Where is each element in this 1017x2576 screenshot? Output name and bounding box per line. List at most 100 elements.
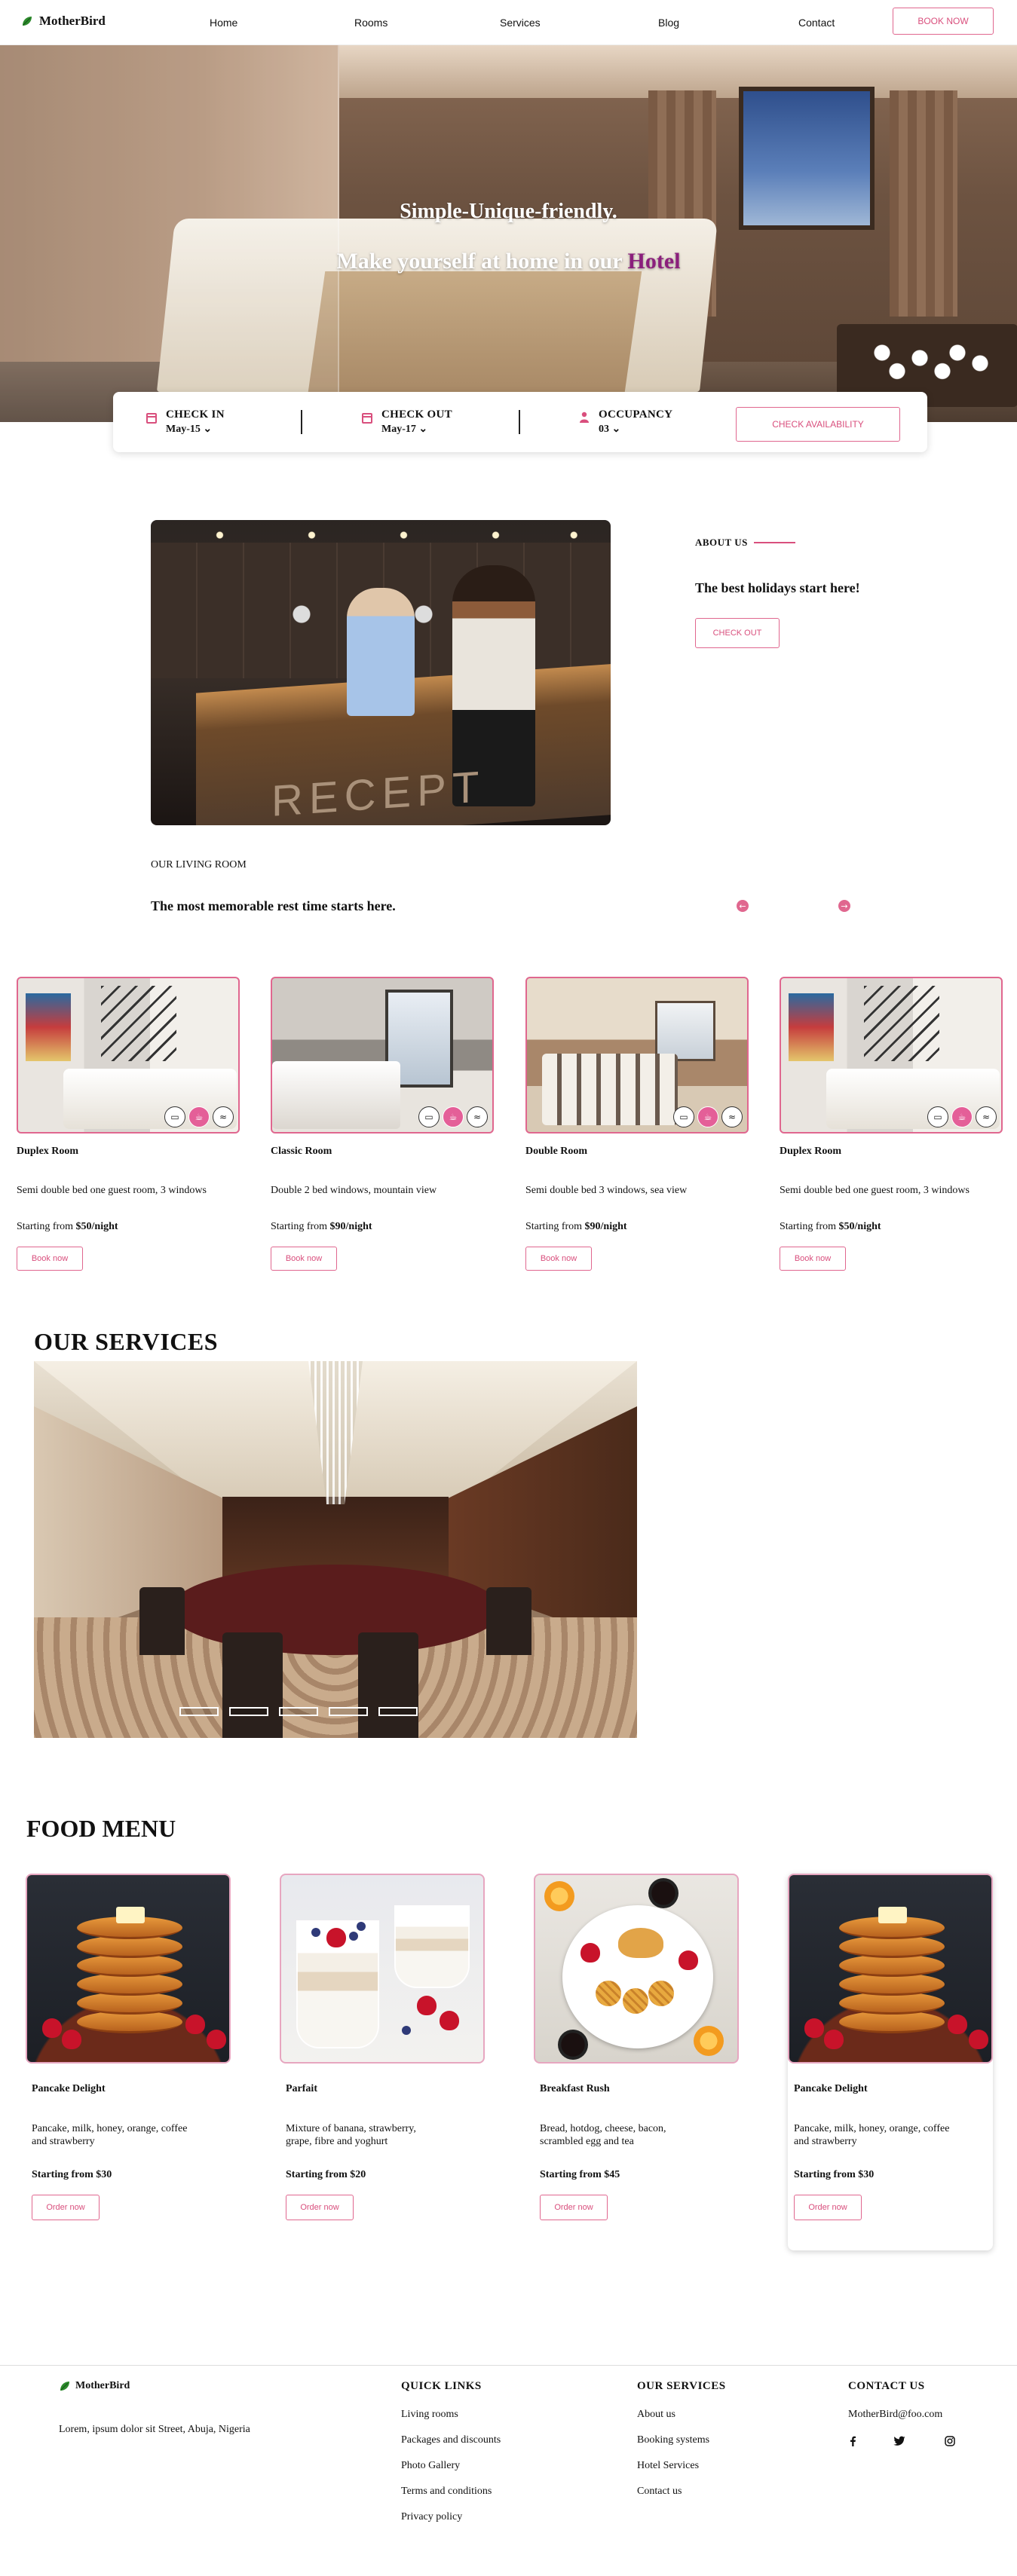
divider bbox=[301, 410, 302, 434]
occupancy-field[interactable]: OCCUPANCY 03 ⌄ bbox=[579, 408, 672, 436]
food-card: Pancake Delight Pancake, milk, honey, or… bbox=[788, 1874, 993, 2250]
book-room-button[interactable]: Book now bbox=[271, 1247, 337, 1271]
footer-link[interactable]: Photo Gallery bbox=[401, 2460, 460, 2472]
room-card: ▭ ☕ ≈ Duplex Room Semi double bed one gu… bbox=[17, 977, 240, 1271]
orange-slice bbox=[544, 1881, 574, 1911]
carousel-dot[interactable] bbox=[229, 1707, 268, 1716]
food-name: Pancake Delight bbox=[794, 2083, 868, 2094]
parfait-jar bbox=[394, 1905, 470, 1988]
footer-link[interactable]: Contact us bbox=[637, 2486, 682, 2498]
footer-link[interactable]: Hotel Services bbox=[637, 2460, 699, 2472]
plate bbox=[562, 1905, 713, 2048]
footer-logo[interactable]: MotherBird bbox=[59, 2380, 130, 2392]
book-room-button[interactable]: Book now bbox=[17, 1247, 83, 1271]
bed bbox=[542, 1054, 678, 1125]
food-price: Starting from $30 bbox=[32, 2169, 112, 2180]
carousel-dot[interactable] bbox=[279, 1707, 318, 1716]
room-amenities: ▭ ☕ ≈ bbox=[418, 1106, 488, 1127]
carousel-dot[interactable] bbox=[329, 1707, 368, 1716]
arrow-right-icon[interactable]: → bbox=[838, 900, 850, 912]
footer-link[interactable]: Booking systems bbox=[637, 2434, 709, 2446]
facebook-icon[interactable] bbox=[848, 2436, 857, 2446]
calendar-icon bbox=[146, 413, 157, 424]
nav-link-rooms[interactable]: Rooms bbox=[354, 17, 388, 29]
checkout-field[interactable]: CHECK OUT May-17 ⌄ bbox=[362, 408, 452, 436]
brand-name: MotherBird bbox=[39, 14, 106, 28]
wifi-icon: ≈ bbox=[213, 1106, 234, 1127]
book-now-button[interactable]: BOOK NOW bbox=[893, 8, 994, 35]
food-card: Parfait Mixture of banana, strawberry, g… bbox=[280, 1874, 485, 2220]
footer-link[interactable]: Privacy policy bbox=[401, 2511, 462, 2523]
strawberry bbox=[42, 2018, 62, 2038]
checkin-date: May-15 bbox=[166, 424, 201, 435]
food-card: Pancake Delight Pancake, milk, honey, or… bbox=[26, 1874, 231, 2220]
instagram-icon[interactable] bbox=[945, 2436, 955, 2446]
room-image[interactable]: ▭ ☕ ≈ bbox=[525, 977, 749, 1134]
food-image[interactable] bbox=[26, 1874, 231, 2064]
nav-link-blog[interactable]: Blog bbox=[658, 17, 679, 29]
contact-email[interactable]: MotherBird@foo.com bbox=[848, 2409, 942, 2421]
order-now-button[interactable]: Order now bbox=[794, 2195, 862, 2220]
room-image[interactable]: ▭ ☕ ≈ bbox=[271, 977, 494, 1134]
arrow-left-icon[interactable]: ← bbox=[737, 900, 749, 912]
check-availability-button[interactable]: CHECK AVAILABILITY bbox=[736, 407, 900, 442]
nav-link-contact[interactable]: Contact bbox=[798, 17, 835, 29]
top-nav: MotherBird Home Rooms Services Blog Cont… bbox=[0, 0, 1017, 45]
twitter-icon[interactable] bbox=[893, 2436, 905, 2446]
brand-logo[interactable]: MotherBird bbox=[21, 14, 106, 29]
room-card: ▭ ☕ ≈ Double Room Semi double bed 3 wind… bbox=[525, 977, 749, 1271]
strawberry bbox=[185, 2015, 205, 2034]
wifi-icon: ≈ bbox=[976, 1106, 997, 1127]
checkout-value[interactable]: May-17 ⌄ bbox=[381, 423, 452, 436]
blueberry bbox=[402, 2026, 411, 2035]
occupancy-value[interactable]: 03 ⌄ bbox=[599, 423, 672, 436]
nav-link-home[interactable]: Home bbox=[210, 17, 237, 29]
divider bbox=[519, 410, 520, 434]
food-image[interactable] bbox=[788, 1874, 993, 2064]
footer-link[interactable]: About us bbox=[637, 2409, 675, 2421]
room-desc: Semi double bed 3 windows, sea view bbox=[525, 1185, 688, 1196]
footer-divider bbox=[0, 2365, 1017, 2366]
nav-link-services[interactable]: Services bbox=[500, 17, 541, 29]
footer-link[interactable]: Packages and discounts bbox=[401, 2434, 501, 2446]
price-value: $50/night bbox=[838, 1221, 881, 1232]
order-now-button[interactable]: Order now bbox=[540, 2195, 608, 2220]
book-room-button[interactable]: Book now bbox=[780, 1247, 846, 1271]
about-title: The best holidays start here! bbox=[695, 580, 860, 595]
food-image[interactable] bbox=[534, 1874, 739, 2064]
checkin-field[interactable]: CHECK IN May-15 ⌄ bbox=[146, 408, 225, 436]
wifi-icon: ≈ bbox=[467, 1106, 488, 1127]
chevron-down-icon: ⌄ bbox=[611, 424, 621, 435]
room-image[interactable]: ▭ ☕ ≈ bbox=[780, 977, 1003, 1134]
chevron-down-icon: ⌄ bbox=[418, 424, 428, 435]
carousel-dot[interactable] bbox=[179, 1707, 219, 1716]
room-card: ▭ ☕ ≈ Duplex Room Semi double bed one gu… bbox=[780, 977, 1003, 1271]
coffee-icon: ☕ bbox=[443, 1106, 464, 1127]
price-value: $90/night bbox=[584, 1221, 627, 1232]
footer-link[interactable]: Living rooms bbox=[401, 2409, 458, 2421]
check-out-button[interactable]: CHECK OUT bbox=[695, 618, 780, 648]
footer-address: Lorem, ipsum dolor sit Street, Abuja, Ni… bbox=[59, 2424, 250, 2435]
person-icon bbox=[580, 411, 589, 423]
occupancy-count: 03 bbox=[599, 424, 609, 435]
chair bbox=[222, 1632, 283, 1738]
book-room-button[interactable]: Book now bbox=[525, 1247, 592, 1271]
occupancy-label: OCCUPANCY bbox=[599, 408, 673, 421]
food-name: Parfait bbox=[286, 2083, 317, 2094]
room-card: ▭ ☕ ≈ Classic Room Double 2 bed windows,… bbox=[271, 977, 494, 1271]
checkin-value[interactable]: May-15 ⌄ bbox=[166, 423, 225, 436]
order-now-button[interactable]: Order now bbox=[286, 2195, 354, 2220]
footer-link[interactable]: Terms and conditions bbox=[401, 2486, 492, 2498]
room-amenities: ▭ ☕ ≈ bbox=[673, 1106, 743, 1127]
order-now-button[interactable]: Order now bbox=[32, 2195, 100, 2220]
strawberry bbox=[580, 1943, 600, 1963]
food-image[interactable] bbox=[280, 1874, 485, 2064]
carousel-dot[interactable] bbox=[378, 1707, 418, 1716]
tv-icon: ▭ bbox=[164, 1106, 185, 1127]
strawberry bbox=[948, 2015, 967, 2034]
price-prefix: Starting from bbox=[271, 1221, 330, 1232]
chevron-down-icon: ⌄ bbox=[203, 424, 213, 435]
room-amenities: ▭ ☕ ≈ bbox=[164, 1106, 234, 1127]
room-image[interactable]: ▭ ☕ ≈ bbox=[17, 977, 240, 1134]
reception-image: RECEPT bbox=[151, 520, 611, 825]
